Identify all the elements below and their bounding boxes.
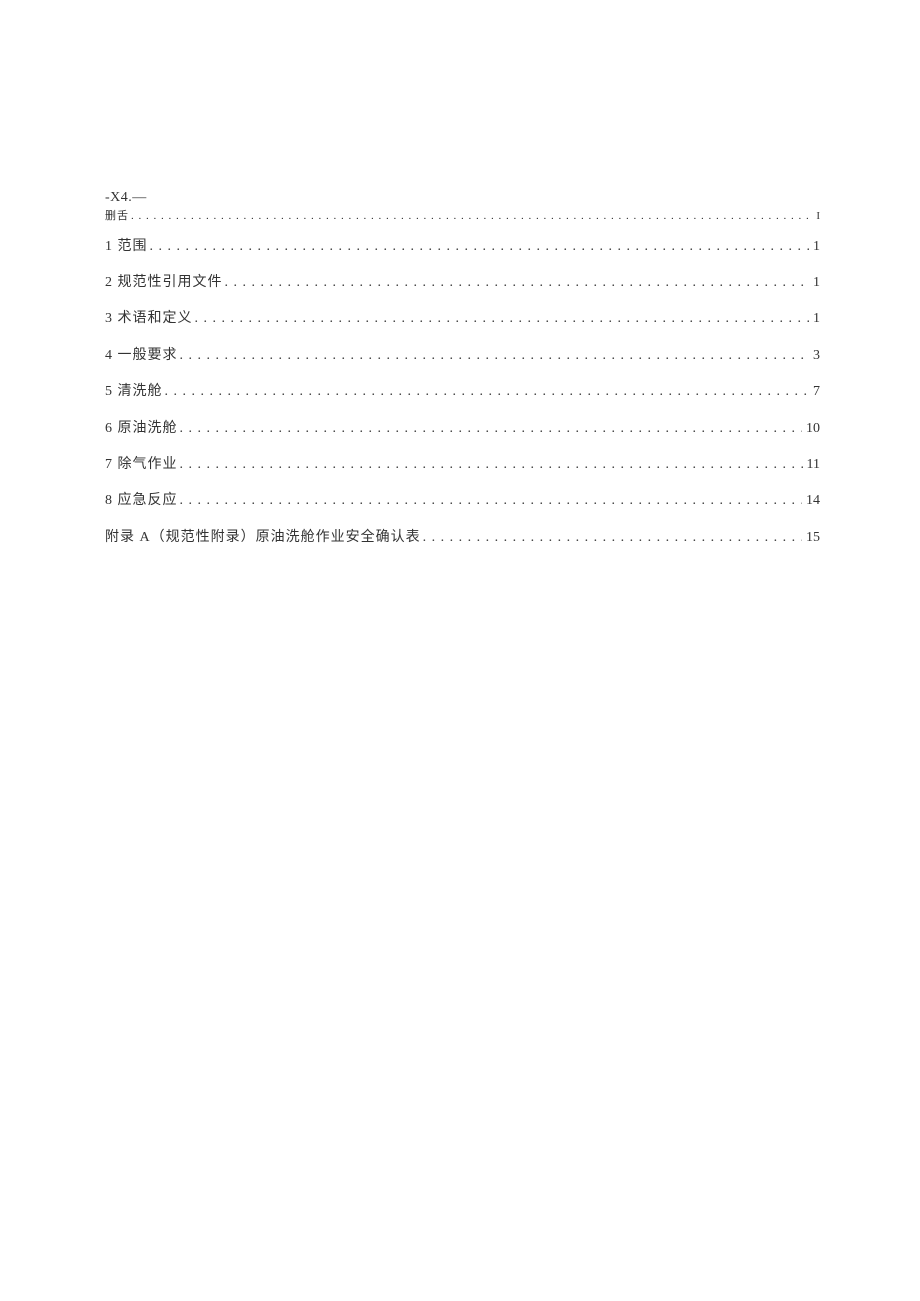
toc-entry-page: I <box>814 208 820 226</box>
toc-entry: 7 除气作业 11 <box>105 454 820 476</box>
toc-entry: 2 规范性引用文件 1 <box>105 272 820 294</box>
toc-leader-dots <box>150 236 810 258</box>
toc-entry-page: 14 <box>804 490 820 512</box>
toc-entry: 6 原油洗舱 10 <box>105 418 820 440</box>
toc-entry-page: 1 <box>811 308 820 330</box>
toc-entry: 附录 A（规范性附录）原油洗舱作业安全确认表 15 <box>105 527 820 549</box>
toc-entry-label: 7 除气作业 <box>105 454 178 476</box>
toc-entry-page: 15 <box>804 527 820 549</box>
toc-leader-dots <box>195 308 810 330</box>
toc-entry: 1 范围 1 <box>105 236 820 258</box>
toc-entry-label: 8 应急反应 <box>105 490 178 512</box>
page-header-fragment: -X4.— <box>105 190 820 206</box>
toc-entry-label: 附录 A（规范性附录）原油洗舱作业安全确认表 <box>105 527 421 549</box>
toc-leader-dots <box>225 272 810 294</box>
toc-entry-label: 删舌 <box>105 208 129 226</box>
toc-entry-page: 1 <box>811 236 820 258</box>
toc-entry-label: 5 清洗舱 <box>105 381 163 403</box>
toc-entry: 5 清洗舱 7 <box>105 381 820 403</box>
toc-list: 删舌 I 1 范围 1 2 规范性引用文件 1 3 术语和定义 1 4 一般要求 3 5 清洗舱 7 6… <box>105 208 820 549</box>
toc-entry-page: 7 <box>811 381 820 403</box>
toc-entry: 删舌 I <box>105 208 820 226</box>
toc-entry-page: 10 <box>804 418 820 440</box>
toc-entry-label: 6 原油洗舱 <box>105 418 178 440</box>
toc-entry-page: 3 <box>811 345 820 367</box>
toc-entry-page: 11 <box>805 454 820 476</box>
toc-leader-dots <box>180 418 803 440</box>
toc-leader-dots <box>165 381 810 403</box>
toc-leader-dots <box>423 527 802 549</box>
toc-entry-label: 1 范围 <box>105 236 148 258</box>
toc-leader-dots <box>131 208 812 226</box>
toc-leader-dots <box>180 490 803 512</box>
toc-container: -X4.— 删舌 I 1 范围 1 2 规范性引用文件 1 3 术语和定义 1 4 一般要求 3 5… <box>105 190 820 563</box>
toc-entry: 4 一般要求 3 <box>105 345 820 367</box>
toc-leader-dots <box>180 454 803 476</box>
toc-entry-label: 4 一般要求 <box>105 345 178 367</box>
toc-entry-label: 2 规范性引用文件 <box>105 272 223 294</box>
toc-entry-page: 1 <box>811 272 820 294</box>
toc-entry-label: 3 术语和定义 <box>105 308 193 330</box>
toc-leader-dots <box>180 345 810 367</box>
toc-entry: 8 应急反应 14 <box>105 490 820 512</box>
toc-entry: 3 术语和定义 1 <box>105 308 820 330</box>
